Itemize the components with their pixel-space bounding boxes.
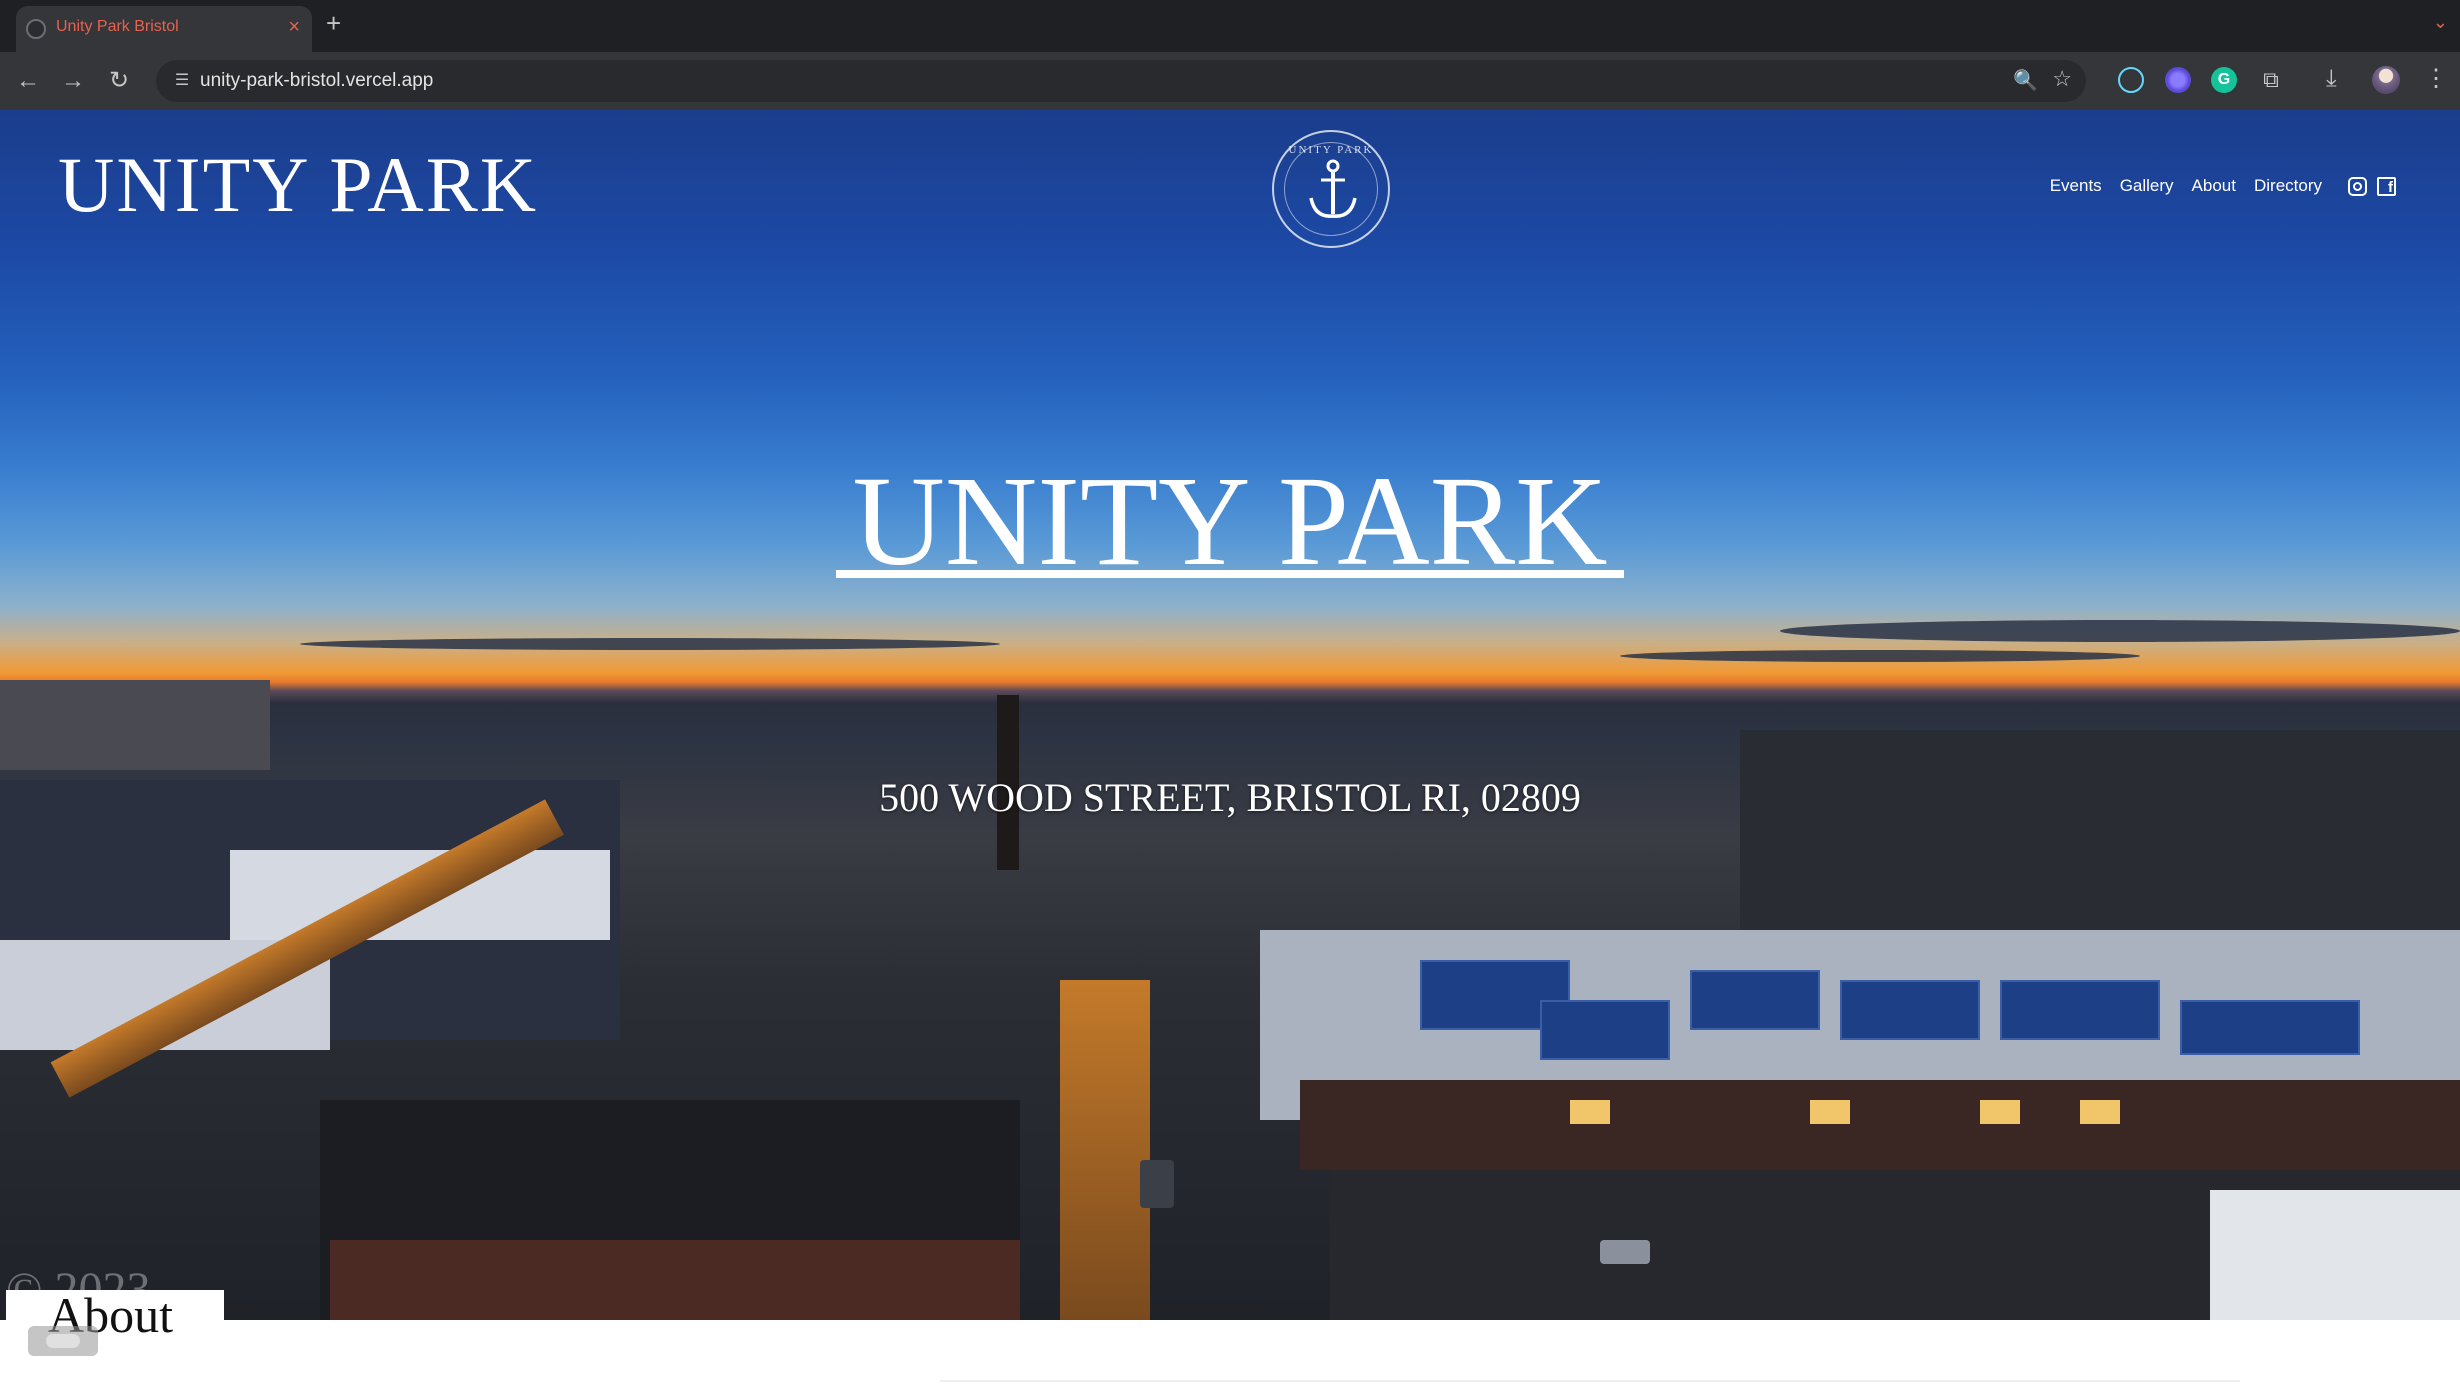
new-tab-icon[interactable]: + — [326, 8, 341, 39]
site-favicon-icon — [26, 19, 46, 39]
browser-menu-icon[interactable]: ⋮ — [2424, 64, 2448, 93]
facebook-icon[interactable]: f — [2377, 176, 2396, 196]
cloud-band — [1620, 650, 2140, 662]
nav-gallery-link[interactable]: Gallery — [2120, 176, 2174, 196]
lit-window — [1810, 1100, 1850, 1124]
mill-building-right — [1740, 730, 2460, 930]
social-links: f — [2348, 176, 2396, 196]
floating-badge-icon[interactable] — [28, 1326, 98, 1356]
nav-directory-link[interactable]: Directory — [2254, 176, 2322, 196]
warehouse-facade — [1300, 1080, 2460, 1170]
cloud-band — [300, 638, 1000, 650]
anchor-icon — [1309, 159, 1357, 218]
profile-avatar[interactable] — [2372, 66, 2400, 94]
solar-panel — [2180, 1000, 2360, 1055]
browser-tab[interactable]: Unity Park Bristol × — [16, 6, 312, 52]
tab-title: Unity Park Bristol — [56, 18, 179, 35]
anchor-emblem-logo[interactable]: UNITY PARK — [1272, 130, 1390, 248]
site-settings-icon[interactable]: ☰ — [170, 69, 194, 93]
purple-extension-icon[interactable] — [2165, 67, 2191, 93]
site-logo-text[interactable]: UNITY PARK — [58, 140, 538, 230]
hero-background-photo — [0, 110, 2460, 1320]
reload-icon[interactable]: ↻ — [103, 65, 135, 97]
browser-tab-strip: Unity Park Bristol × + ⌄ — [0, 0, 2460, 52]
react-devtools-extension-icon[interactable] — [2118, 67, 2144, 93]
tab-search-chevron-icon[interactable]: ⌄ — [2433, 12, 2448, 33]
cloud-band — [1780, 620, 2460, 642]
hero-address: 500 WOOD STREET, BRISTOL RI, 02809 — [879, 775, 1581, 820]
browser-toolbar: ← → ↻ ☰ unity-park-bristol.vercel.app 🔍 … — [0, 52, 2460, 110]
bookmark-star-icon[interactable]: ☆ — [2052, 66, 2072, 92]
zoom-icon[interactable]: 🔍 — [2013, 68, 2038, 93]
lit-window — [2080, 1100, 2120, 1124]
solar-panel — [2000, 980, 2160, 1040]
section-divider — [940, 1380, 2240, 1382]
back-icon[interactable]: ← — [12, 65, 44, 97]
church-building — [0, 680, 270, 770]
lit-street-center — [1060, 980, 1150, 1320]
nav-events-link[interactable]: Events — [2050, 176, 2102, 196]
url-text[interactable]: unity-park-bristol.vercel.app — [200, 70, 433, 92]
extensions-puzzle-icon[interactable]: ⧉ — [2258, 67, 2284, 93]
forward-icon[interactable]: → — [57, 65, 89, 97]
white-building-right — [2210, 1190, 2460, 1320]
download-icon[interactable]: ⤓ — [2326, 65, 2337, 93]
lit-window — [1980, 1100, 2020, 1124]
site-nav: Events Gallery About Directory f — [2050, 176, 2396, 196]
brick-facade — [330, 1240, 1020, 1320]
close-tab-icon[interactable]: × — [288, 16, 300, 39]
solar-panel — [1690, 970, 1820, 1030]
nav-about-link[interactable]: About — [2192, 176, 2236, 196]
instagram-icon[interactable] — [2348, 176, 2367, 196]
address-bar[interactable]: ☰ unity-park-bristol.vercel.app 🔍 ☆ — [156, 60, 2086, 102]
car — [1140, 1160, 1174, 1208]
lit-window — [1570, 1100, 1610, 1124]
solar-panel — [1840, 980, 1980, 1040]
grammarly-extension-icon[interactable]: G — [2211, 67, 2237, 93]
hero-title-underline — [836, 570, 1624, 578]
car — [1600, 1240, 1650, 1264]
solar-panel — [1540, 1000, 1670, 1060]
